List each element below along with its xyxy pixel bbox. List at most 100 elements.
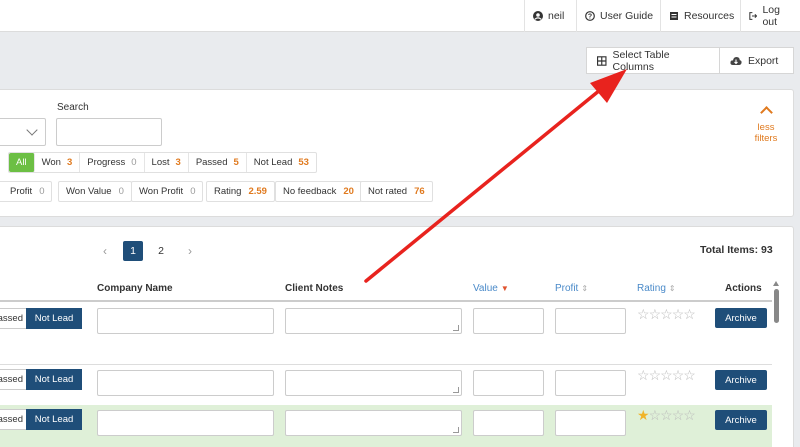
filter-all[interactable]: All (9, 153, 35, 172)
value-input[interactable] (473, 370, 544, 396)
page-1-label: 1 (130, 245, 136, 257)
status-not-lead-option[interactable]: Not Lead (26, 369, 82, 390)
user-name: neil (548, 10, 565, 22)
profit-input[interactable] (555, 370, 626, 396)
star-empty-icon[interactable]: ☆ (660, 306, 673, 322)
rating-stars[interactable]: ☆☆☆☆☆ (637, 367, 696, 384)
star-empty-icon[interactable]: ☆ (637, 306, 650, 322)
search-label: Search (57, 102, 89, 113)
col-actions: Actions (725, 283, 762, 294)
col-client-notes[interactable]: Client Notes (285, 283, 343, 294)
page-2-label: 2 (158, 245, 164, 257)
value-input[interactable] (473, 308, 544, 334)
rating-stars[interactable]: ☆☆☆☆☆ (637, 306, 696, 323)
status-passed-option[interactable]: assed (0, 308, 26, 329)
archive-button[interactable]: Archive (715, 308, 767, 328)
page-2-button[interactable]: 2 (151, 241, 171, 261)
col-profit[interactable]: Profit ⇕ (555, 283, 588, 294)
stat-rating: Rating 2.59 (206, 181, 275, 202)
col-rating[interactable]: Rating ⇕ (637, 283, 676, 294)
filter-passed[interactable]: Passed 5 (189, 153, 247, 172)
filter-passed-label: Passed (195, 157, 228, 168)
logout-link[interactable]: Log out (740, 0, 800, 32)
next-page-label: › (188, 244, 192, 258)
value-input[interactable] (473, 410, 544, 436)
star-empty-icon[interactable]: ☆ (660, 367, 673, 383)
table-scrollbar[interactable] (773, 281, 780, 447)
company-name-input[interactable] (97, 410, 274, 436)
client-notes-textarea[interactable] (285, 308, 462, 334)
status-not-lead-option[interactable]: Not Lead (26, 308, 82, 329)
less-filters-toggle[interactable]: less filters (748, 106, 784, 144)
scroll-up-arrow-icon[interactable] (773, 281, 779, 286)
stat-profit-count: 0 (39, 186, 45, 197)
search-input[interactable] (56, 118, 162, 146)
company-name-input[interactable] (97, 308, 274, 334)
filter-won[interactable]: Won 3 (35, 153, 81, 172)
lead-status-toggle[interactable]: assed Not Lead (0, 409, 82, 430)
filter-not-lead[interactable]: Not Lead 53 (247, 153, 316, 172)
stat-no-feedback: No feedback 20 (275, 181, 362, 202)
star-empty-icon[interactable]: ☆ (672, 367, 685, 383)
user-icon (533, 11, 543, 21)
filter-progress[interactable]: Progress 0 (80, 153, 145, 172)
client-notes-textarea[interactable] (285, 370, 462, 396)
stat-won-profit: Won Profit 0 (131, 181, 204, 202)
star-empty-icon[interactable]: ☆ (683, 407, 696, 423)
star-empty-icon[interactable]: ☆ (649, 407, 662, 423)
archive-button[interactable]: Archive (715, 410, 767, 430)
total-items: Total Items: 93 (700, 244, 773, 256)
profit-input[interactable] (555, 308, 626, 334)
star-empty-icon[interactable]: ☆ (649, 306, 662, 322)
star-empty-icon[interactable]: ☆ (637, 367, 650, 383)
chevron-up-icon (759, 106, 773, 119)
status-passed-option[interactable]: assed (0, 409, 26, 430)
help-icon: ? (585, 11, 595, 21)
archive-button[interactable]: Archive (715, 370, 767, 390)
star-empty-icon[interactable]: ☆ (660, 407, 673, 423)
star-empty-icon[interactable]: ☆ (672, 407, 685, 423)
page-1-button[interactable]: 1 (123, 241, 143, 261)
resources-icon (670, 12, 678, 20)
star-empty-icon[interactable]: ☆ (683, 306, 696, 322)
company-name-input[interactable] (97, 370, 274, 396)
stat-not-rated-label: Not rated (368, 186, 408, 197)
select-table-columns-button[interactable]: Select Table Columns (586, 47, 720, 74)
user-guide-label: User Guide (600, 10, 654, 22)
filter-all-label: All (16, 157, 27, 168)
lead-status-toggle[interactable]: assed Not Lead (0, 369, 82, 390)
sort-icon: ⇕ (581, 284, 589, 293)
export-button[interactable]: Export (719, 47, 794, 74)
col-profit-label: Profit (555, 283, 579, 294)
filter-not-lead-count: 53 (298, 157, 309, 168)
next-page-button[interactable]: › (180, 241, 200, 261)
lead-status-toggle[interactable]: assed Not Lead (0, 308, 82, 329)
stat-no-feedback-label: No feedback (283, 186, 337, 197)
col-company-name[interactable]: Company Name (97, 283, 173, 294)
stat-not-rated: Not rated 76 (360, 181, 433, 202)
scrollbar-thumb[interactable] (774, 289, 779, 323)
stat-won-value: Won Value 0 (58, 181, 132, 202)
status-passed-option[interactable]: assed (0, 369, 26, 390)
export-label: Export (748, 54, 779, 67)
stat-won-value-count: 0 (118, 186, 124, 197)
user-guide-link[interactable]: ? User Guide (576, 0, 661, 32)
stat-won-profit-label: Won Profit (139, 186, 184, 197)
less-filters-label: less filters (754, 122, 778, 144)
star-empty-icon[interactable]: ☆ (672, 306, 685, 322)
client-notes-textarea[interactable] (285, 410, 462, 436)
table-row: assed Not Lead ☆☆☆☆☆ Archive (0, 302, 772, 364)
prev-page-button[interactable]: ‹ (95, 241, 115, 261)
filter-lost[interactable]: Lost 3 (145, 153, 189, 172)
star-filled-icon[interactable]: ★ (637, 407, 650, 423)
resources-link[interactable]: Resources (660, 0, 742, 32)
profit-input[interactable] (555, 410, 626, 436)
status-select[interactable] (0, 118, 46, 146)
star-empty-icon[interactable]: ☆ (683, 367, 696, 383)
rating-stars[interactable]: ★☆☆☆☆ (637, 407, 696, 424)
filter-passed-count: 5 (233, 157, 239, 168)
user-menu[interactable]: neil (524, 0, 572, 32)
col-value[interactable]: Value ▼ (473, 283, 509, 294)
star-empty-icon[interactable]: ☆ (649, 367, 662, 383)
status-not-lead-option[interactable]: Not Lead (26, 409, 82, 430)
